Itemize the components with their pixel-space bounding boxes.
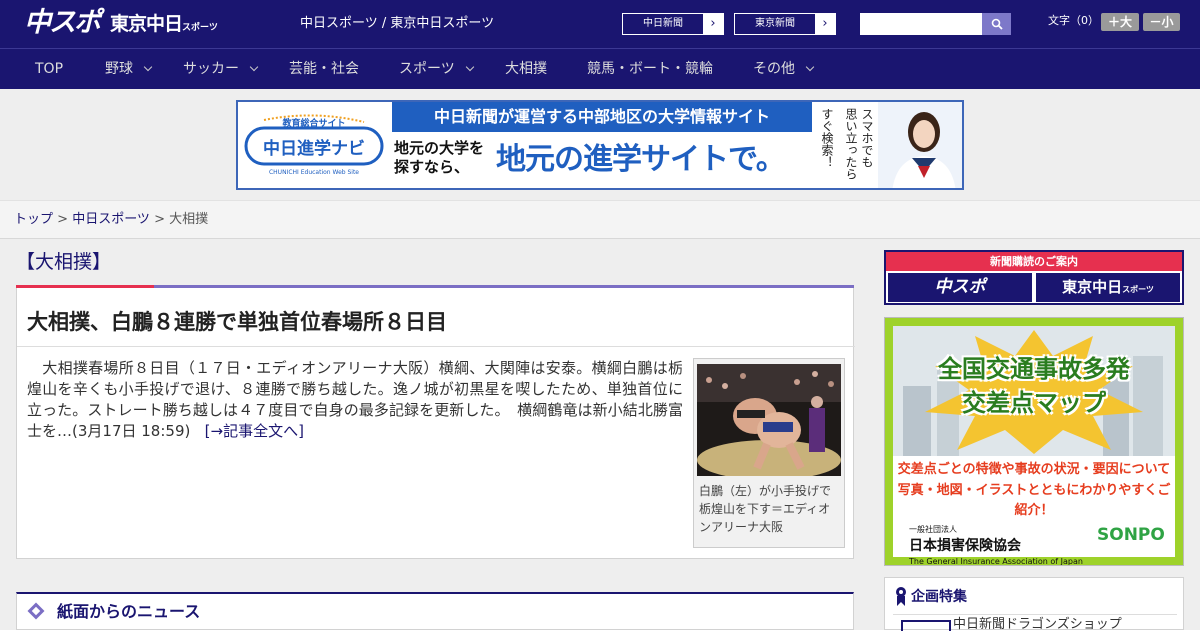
sonpo-title-line: 全国交通事故多発 (938, 355, 1130, 383)
nav-item-sumo[interactable]: 大相撲 (505, 49, 547, 90)
nav-label: 競馬・ボート・競輪 (587, 61, 713, 77)
sumo-photo[interactable] (697, 364, 841, 476)
site-header: 中スポ 東京中日スポーツ 中日スポーツ / 東京中日スポーツ 中日新聞 › 東京… (0, 0, 1200, 48)
banner-model-image (878, 102, 962, 188)
special-features-title: 企画特集 (911, 589, 967, 605)
sonpo-subtitle: 交差点ごとの特徴や事故の状況・要因について (897, 462, 1171, 477)
newspaper-icon (27, 602, 45, 620)
site-links[interactable]: 中日スポーツ / 東京中日スポーツ (300, 16, 494, 32)
subscription-chuspo[interactable]: 中スポ (888, 273, 1032, 302)
nav-label: サッカー (183, 61, 239, 77)
breadcrumb-chunichi-link[interactable]: 中日スポーツ (72, 212, 150, 227)
read-more-link[interactable]: [→記事全文へ] (205, 422, 304, 440)
article-headline[interactable]: 大相撲、白鵬８連勝で単独首位春場所８日目 (27, 308, 447, 336)
shop-thumbnail (901, 620, 951, 631)
svg-text:CHUNICHI Education Web Site: CHUNICHI Education Web Site (269, 169, 359, 176)
ribbon-icon (896, 587, 906, 606)
sonpo-organization: 一般社団法人日本損害保険協会 The General Insurance Asso… (909, 522, 1089, 566)
news-section-title: 紙面からのニュース (57, 602, 201, 621)
tokyo-chunichi-logo-small: スポーツ (182, 23, 218, 33)
subscription-title: 新聞購読のご案内 (886, 252, 1182, 271)
nav-item-soccer[interactable]: サッカー (183, 49, 259, 90)
tokyo-shimbun-button[interactable]: 東京新聞 › (734, 13, 836, 35)
shingaku-navi-banner[interactable]: 教育総合サイト 中日進学ナビ CHUNICHI Education Web Si… (236, 100, 964, 190)
newspaper-news-section: 紙面からのニュース (16, 592, 854, 630)
nav-label: 野球 (105, 61, 133, 77)
banner-left-text: 地元の大学を 探すなら、 (394, 139, 484, 177)
nav-label: スポーツ (399, 61, 455, 77)
sonpo-ad[interactable]: 全国交通事故多発 交差点マップ 交差点ごとの特徴や事故の状況・要因について 写真… (884, 317, 1184, 566)
breadcrumb-bar: トップ > 中日スポーツ > 大相撲 (0, 200, 1200, 239)
special-feature-label: 中日新聞ドラゴンズショップ (953, 617, 1122, 631)
tokyo-chunichi-logo[interactable]: 東京中日スポーツ (110, 12, 218, 40)
svg-text:教育総合サイト: 教育総合サイト (281, 117, 345, 129)
divider (17, 346, 855, 347)
sonpo-org-name: 日本損害保険協会 (909, 538, 1021, 554)
tokyo-chunichi-logo-text: 東京中日 (110, 13, 183, 35)
nav-item-other[interactable]: その他 (753, 49, 815, 90)
chevron-down-icon (143, 62, 153, 72)
chevron-down-icon (805, 62, 815, 72)
font-bigger-button[interactable]: ＋大 (1101, 13, 1139, 31)
special-feature-item[interactable]: 中日新聞ドラゴンズショップ (893, 614, 1177, 631)
subscription-tokyo-text: 東京中日 (1062, 278, 1123, 296)
photo-caption: 白鵬（左）が小手投げで栃煌山を下す＝エディオンアリーナ大阪 (699, 484, 832, 534)
nav-label: その他 (753, 61, 795, 77)
nav-item-baseball[interactable]: 野球 (105, 49, 153, 90)
subscription-ad[interactable]: 新聞購読のご案内 中スポ 東京中日スポーツ (884, 250, 1184, 305)
banner-vertical-text: スマホでも (852, 108, 874, 168)
banner-vertical-text: すぐ検索！ (820, 108, 834, 168)
sonpo-logo: SONPO (1097, 525, 1165, 545)
sonpo-org-en: The General Insurance Association of Jap… (909, 557, 1083, 566)
nav-item-racing[interactable]: 競馬・ボート・競輪 (587, 49, 713, 90)
sonpo-subtitle: 写真・地図・イラストとともにわかりやすくご紹介！ (897, 483, 1171, 518)
font-size-label: 文字（0） (1048, 14, 1099, 27)
main-nav: TOP 野球 サッカー 芸能・社会 スポーツ 大相撲 競馬・ボート・競輪 その他 (0, 48, 1200, 89)
subscription-tokyo-small: スポーツ (1122, 285, 1154, 294)
nav-label: 大相撲 (505, 61, 547, 77)
chuspo-logo[interactable]: 中スポ (24, 6, 101, 40)
article-timestamp: (3月17日 18:59) (72, 422, 191, 440)
banner-left-line: 地元の大学を (394, 139, 485, 157)
chevron-right-icon: › (703, 14, 723, 34)
banner-big-text: 地元の進学サイトで。 (496, 142, 786, 177)
sonpo-title-line: 交差点マップ (962, 389, 1106, 417)
search-input[interactable] (860, 13, 982, 35)
banner-left-line: 探すなら、 (394, 158, 470, 176)
breadcrumb-separator: > (149, 212, 170, 227)
svg-text:中日進学ナビ: 中日進学ナビ (263, 138, 365, 159)
article-photo-box: 白鵬（左）が小手投げで栃煌山を下す＝エディオンアリーナ大阪 (693, 358, 845, 548)
category-title: 【大相撲】 (16, 251, 112, 273)
article-body: 大相撲春場所８日目（１７日・エディオンアリーナ大阪）横綱、大関陣は安泰。横綱白鵬… (27, 358, 683, 442)
subscription-tokyo-chunichi[interactable]: 東京中日スポーツ (1036, 273, 1180, 302)
chunichi-shimbun-button[interactable]: 中日新聞 › (622, 13, 724, 35)
article-card: 大相撲、白鵬８連勝で単独首位春場所８日目 大相撲春場所８日目（１７日・エディオン… (16, 288, 855, 559)
sonpo-org-small: 一般社団法人 (909, 525, 957, 534)
breadcrumb: トップ > 中日スポーツ > 大相撲 (14, 211, 208, 229)
banner-top-text: 中日新聞が運営する中部地区の大学情報サイト (392, 102, 812, 132)
shingaku-navi-logo: 教育総合サイト 中日進学ナビ CHUNICHI Education Web Si… (244, 114, 384, 176)
search-icon (991, 18, 1003, 30)
tokyo-shimbun-label: 東京新聞 (755, 18, 795, 29)
nav-label: 芸能・社会 (289, 61, 359, 77)
breadcrumb-current: 大相撲 (169, 212, 209, 227)
breadcrumb-top-link[interactable]: トップ (14, 212, 53, 227)
font-smaller-button[interactable]: －小 (1143, 13, 1180, 31)
chevron-right-icon: › (815, 14, 835, 34)
chevron-down-icon (249, 62, 259, 72)
chevron-down-icon (465, 62, 474, 72)
nav-item-top[interactable]: TOP (35, 49, 63, 90)
search-button[interactable] (982, 13, 1011, 35)
breadcrumb-separator: > (53, 212, 73, 227)
nav-item-entertainment[interactable]: 芸能・社会 (289, 49, 359, 90)
nav-label: TOP (35, 61, 64, 77)
sonpo-ad-inner: 全国交通事故多発 交差点マップ 交差点ごとの特徴や事故の状況・要因について 写真… (893, 326, 1175, 565)
nav-item-sports[interactable]: スポーツ (399, 49, 474, 90)
chunichi-shimbun-label: 中日新聞 (643, 18, 683, 29)
special-features-box: 企画特集 中日新聞ドラゴンズショップ (884, 577, 1184, 631)
banner-vertical-line: スマホでも (860, 108, 874, 168)
